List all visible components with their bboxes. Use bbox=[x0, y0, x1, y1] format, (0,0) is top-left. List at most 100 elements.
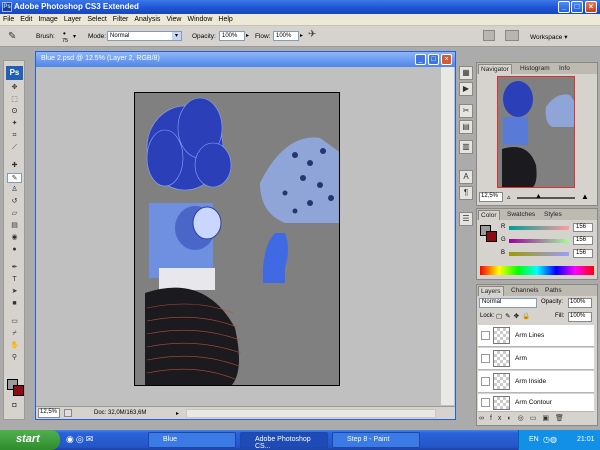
document-canvas[interactable] bbox=[134, 92, 340, 386]
history-brush-tool-icon[interactable]: ↺ bbox=[7, 197, 22, 207]
navigator-preview[interactable] bbox=[497, 76, 575, 188]
zoom-in-icon[interactable]: ▲ bbox=[581, 192, 589, 201]
navigator-zoom-slider[interactable] bbox=[517, 197, 575, 199]
color-bg-swatch[interactable] bbox=[486, 231, 497, 242]
doc-minimize-button[interactable]: _ bbox=[415, 54, 426, 65]
blend-mode-select[interactable]: Normal bbox=[479, 298, 537, 308]
bridge-icon[interactable] bbox=[505, 30, 519, 41]
menu-view[interactable]: View bbox=[163, 14, 184, 23]
zoom-out-icon[interactable]: ▵ bbox=[507, 193, 511, 201]
layer-opacity-input[interactable]: 100% bbox=[568, 298, 592, 308]
channel-b-slider[interactable] bbox=[509, 252, 569, 256]
slice-tool-icon[interactable]: ⟋ bbox=[7, 143, 22, 153]
tab-layers[interactable]: Layers bbox=[478, 286, 504, 296]
layer-row[interactable]: Arm Inside bbox=[478, 371, 594, 393]
visibility-eye-icon[interactable] bbox=[481, 354, 490, 363]
menu-select[interactable]: Select bbox=[84, 14, 109, 23]
status-options-icon[interactable] bbox=[64, 409, 72, 417]
tab-navigator[interactable]: Navigator bbox=[478, 64, 512, 74]
dock-history-icon[interactable]: ▤ bbox=[459, 120, 473, 134]
gradient-tool-icon[interactable]: ▤ bbox=[7, 221, 22, 231]
brushes-palette-icon[interactable] bbox=[483, 30, 495, 41]
brush-dropdown-icon[interactable]: ▾ bbox=[73, 33, 76, 40]
dock-navigator-icon[interactable]: ▦ bbox=[459, 66, 473, 80]
magic-wand-tool-icon[interactable]: ✦ bbox=[7, 119, 22, 129]
channel-g-input[interactable]: 156 bbox=[573, 236, 593, 245]
mode-select[interactable]: Normal ▾ bbox=[107, 31, 182, 41]
vertical-scrollbar[interactable] bbox=[441, 67, 454, 405]
doc-close-button[interactable]: × bbox=[441, 54, 452, 65]
zoom-slider-thumb-icon[interactable]: ▲ bbox=[535, 193, 542, 200]
visibility-eye-icon[interactable] bbox=[481, 398, 490, 407]
brush-preset-icon[interactable]: • bbox=[63, 29, 66, 38]
tray-icons[interactable]: ◷◍ bbox=[543, 435, 557, 444]
menu-image[interactable]: Image bbox=[35, 14, 60, 23]
doc-maximize-button[interactable]: □ bbox=[428, 54, 439, 65]
brush-tool-icon[interactable]: ✎ bbox=[8, 31, 16, 42]
blur-tool-icon[interactable]: ◉ bbox=[7, 233, 22, 243]
dock-character-icon[interactable]: A bbox=[459, 170, 473, 184]
visibility-eye-icon[interactable] bbox=[481, 331, 490, 340]
move-tool-icon[interactable]: ✥ bbox=[7, 83, 22, 93]
airbrush-icon[interactable]: ✈ bbox=[308, 29, 316, 40]
channel-r-input[interactable]: 156 bbox=[573, 223, 593, 232]
menu-file[interactable]: File bbox=[0, 14, 17, 23]
tab-color[interactable]: Color bbox=[478, 210, 500, 220]
notes-tool-icon[interactable]: ▭ bbox=[7, 317, 22, 327]
menu-layer[interactable]: Layer bbox=[61, 14, 85, 23]
lasso-tool-icon[interactable]: ʘ bbox=[7, 107, 22, 117]
menu-analysis[interactable]: Analysis bbox=[131, 14, 163, 23]
task-blue[interactable]: Blue bbox=[148, 432, 236, 448]
zoom-tool-icon[interactable]: ⚲ bbox=[7, 353, 22, 363]
eraser-tool-icon[interactable]: ▱ bbox=[7, 209, 22, 219]
pen-tool-icon[interactable]: ✒ bbox=[7, 263, 22, 273]
dock-brushes-icon[interactable]: ▥ bbox=[459, 140, 473, 154]
flow-slider-icon[interactable]: ▸ bbox=[300, 32, 303, 39]
menu-edit[interactable]: Edit bbox=[17, 14, 35, 23]
opacity-input[interactable]: 100% bbox=[219, 31, 245, 41]
tab-info[interactable]: Info bbox=[557, 64, 572, 74]
dock-layer-comps-icon[interactable]: ☰ bbox=[459, 212, 473, 226]
healing-brush-tool-icon[interactable]: ✚ bbox=[7, 161, 22, 171]
path-selection-tool-icon[interactable]: ➤ bbox=[7, 287, 22, 297]
visibility-eye-icon[interactable] bbox=[481, 377, 490, 386]
zoom-field[interactable]: 12,5% bbox=[38, 408, 60, 418]
dock-paragraph-icon[interactable]: ¶ bbox=[459, 186, 473, 200]
tab-channels[interactable]: Channels bbox=[509, 286, 540, 296]
horizontal-scrollbar[interactable] bbox=[186, 409, 436, 418]
channel-g-slider[interactable] bbox=[509, 239, 569, 243]
quick-launch-icons[interactable]: ◉◎✉ bbox=[66, 434, 95, 445]
dock-actions-icon[interactable]: ▶ bbox=[459, 82, 473, 96]
flow-input[interactable]: 100% bbox=[273, 31, 299, 41]
channel-r-slider[interactable] bbox=[509, 226, 569, 230]
start-button[interactable]: start bbox=[0, 430, 60, 450]
quick-mask-icon[interactable]: ◘ bbox=[7, 401, 22, 411]
tab-swatches[interactable]: Swatches bbox=[505, 210, 537, 220]
crop-tool-icon[interactable]: ⌗ bbox=[7, 131, 22, 141]
type-tool-icon[interactable]: T bbox=[7, 275, 22, 285]
eyedropper-tool-icon[interactable]: ⌿ bbox=[7, 329, 22, 339]
dock-tools-icon[interactable]: ✂ bbox=[459, 104, 473, 118]
brush-tool-active-icon[interactable]: ✎ bbox=[7, 173, 22, 183]
minimize-button[interactable]: _ bbox=[558, 1, 570, 13]
hand-tool-icon[interactable]: ✋ bbox=[7, 341, 22, 351]
maximize-button[interactable]: □ bbox=[571, 1, 583, 13]
lock-icons[interactable]: ▢✎✥🔒 bbox=[496, 312, 533, 320]
status-menu-arrow-icon[interactable]: ▸ bbox=[176, 410, 179, 417]
menu-window[interactable]: Window bbox=[184, 14, 215, 23]
layer-row[interactable]: Arm Lines bbox=[478, 325, 594, 347]
layer-row[interactable]: Arm Contour bbox=[478, 394, 594, 412]
opacity-slider-icon[interactable]: ▸ bbox=[246, 32, 249, 39]
background-color-swatch[interactable] bbox=[13, 385, 24, 396]
clone-stamp-tool-icon[interactable]: ♙ bbox=[7, 185, 22, 195]
marquee-tool-icon[interactable]: ⬚ bbox=[7, 95, 22, 105]
language-indicator[interactable]: EN bbox=[529, 436, 539, 443]
workspace-menu[interactable]: Workspace ▾ bbox=[530, 33, 567, 41]
menu-help[interactable]: Help bbox=[215, 14, 235, 23]
tab-paths[interactable]: Paths bbox=[543, 286, 564, 296]
shape-tool-icon[interactable]: ■ bbox=[7, 299, 22, 309]
dodge-tool-icon[interactable]: ● bbox=[7, 245, 22, 255]
channel-b-input[interactable]: 156 bbox=[573, 249, 593, 258]
close-button[interactable]: × bbox=[585, 1, 597, 13]
tab-histogram[interactable]: Histogram bbox=[518, 64, 552, 74]
